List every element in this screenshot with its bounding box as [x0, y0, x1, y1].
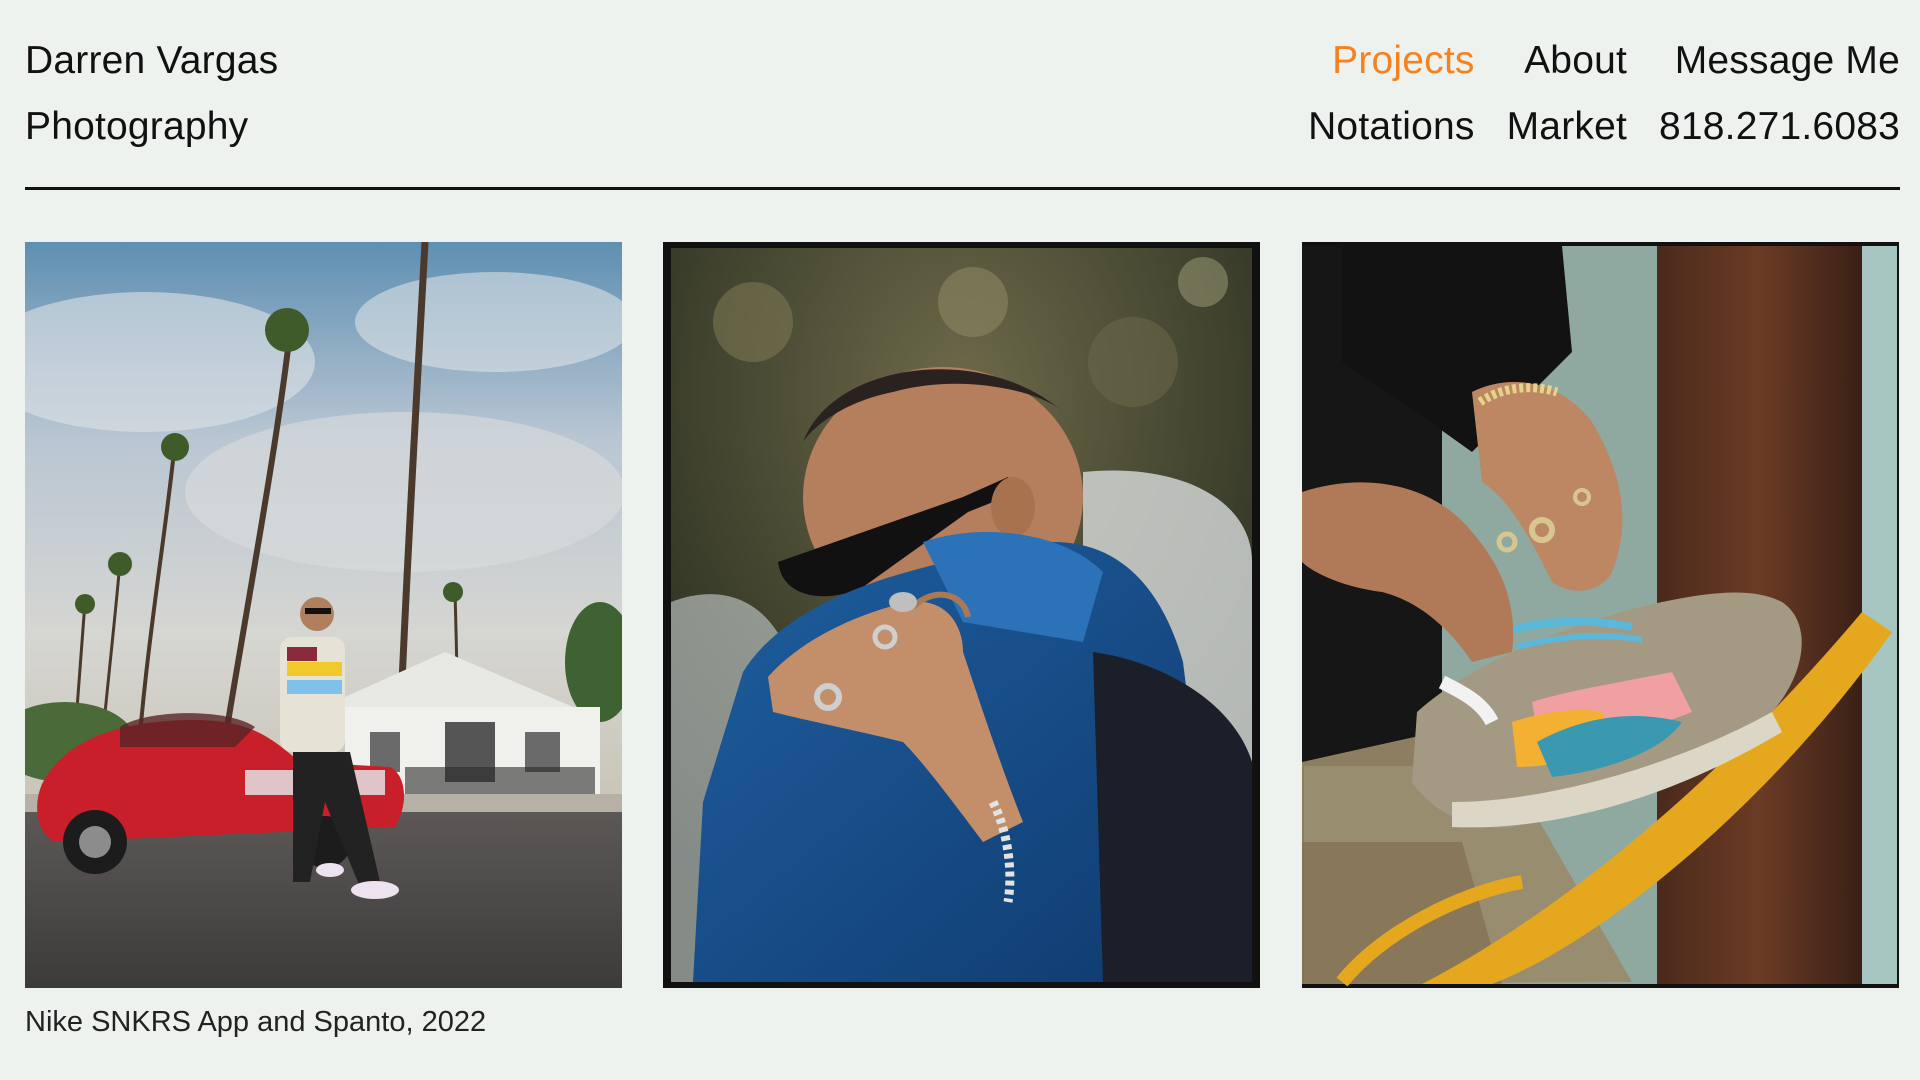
header-divider [25, 187, 1900, 190]
brand-title-line-2: Photography [25, 105, 249, 148]
gallery-photo-car-street[interactable] [25, 242, 622, 988]
gallery-photo-blue-jacket[interactable] [663, 242, 1260, 988]
gallery-photo-sneaker-lace[interactable] [1302, 242, 1899, 988]
gallery-caption: Nike SNKRS App and Spanto, 2022 [25, 1006, 487, 1038]
blue-jacket-photo-art [671, 248, 1252, 982]
main-nav: Projects About Message Me Notations Mark… [1308, 28, 1900, 160]
nav-notations[interactable]: Notations [1308, 94, 1475, 160]
brand-title-line-1: Darren Vargas [25, 39, 279, 82]
brand-title[interactable]: Darren Vargas Photography [25, 28, 278, 160]
sneaker-lace-photo-art [1302, 246, 1897, 987]
nav-phone[interactable]: 818.271.6083 [1659, 94, 1900, 160]
car-street-photo-art [25, 242, 622, 988]
nav-about[interactable]: About [1524, 28, 1627, 94]
nav-message-me[interactable]: Message Me [1675, 28, 1900, 94]
nav-projects[interactable]: Projects [1332, 28, 1474, 94]
site-header: Darren Vargas Photography Projects About… [25, 0, 1900, 190]
project-gallery [25, 242, 1900, 988]
nav-market[interactable]: Market [1507, 94, 1627, 160]
